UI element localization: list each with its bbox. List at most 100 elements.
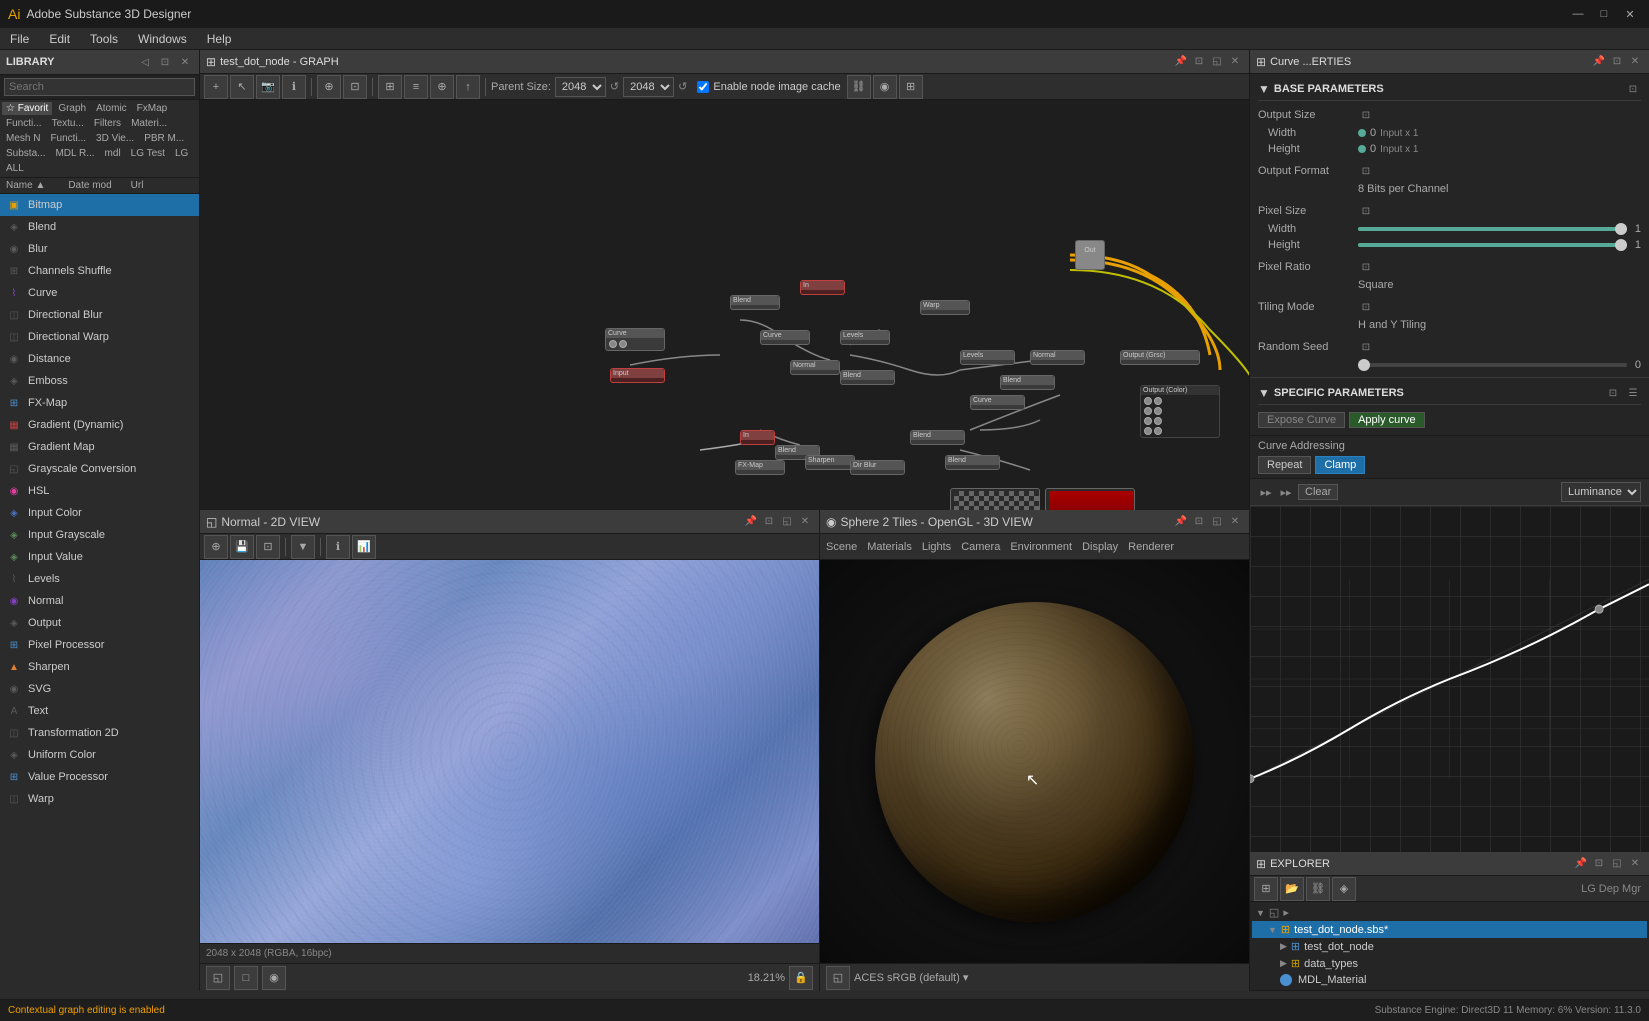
pheight-slider[interactable] <box>1358 243 1627 247</box>
view3d-canvas[interactable]: ↖ <box>820 560 1249 963</box>
library-item[interactable]: ◫ Warp <box>0 788 199 810</box>
explorer-item-root[interactable]: ▼ ◱ ▸ <box>1252 904 1647 921</box>
prop-close-icon[interactable]: ✕ <box>1627 54 1643 70</box>
tab-mdlr[interactable]: MDL R... <box>51 147 98 160</box>
library-item[interactable]: ⌇ Levels <box>0 568 199 590</box>
view3d-expand-icon[interactable]: ⊡ <box>1191 514 1207 530</box>
library-item[interactable]: ⊞ Channels Shuffle <box>0 260 199 282</box>
explorer-pin-icon[interactable]: 📌 <box>1573 856 1589 872</box>
tab-mdl[interactable]: mdl <box>101 147 125 160</box>
curve-prev-icon[interactable]: ▸▸ <box>1258 484 1274 500</box>
curve-next-icon[interactable]: ▸▸ <box>1278 484 1294 500</box>
graph-node[interactable]: In <box>740 430 775 445</box>
menu-tools[interactable]: Tools <box>80 28 128 49</box>
view3d-float-icon[interactable]: ◱ <box>1209 514 1225 530</box>
tiling-mode-icon[interactable]: ⊡ <box>1358 299 1374 315</box>
menu-edit[interactable]: Edit <box>39 28 80 49</box>
library-item[interactable]: ▣ Bitmap <box>0 194 199 216</box>
output-size-icon[interactable]: ↺ <box>678 80 687 93</box>
view2d-select-icon[interactable]: ▼ <box>291 535 315 559</box>
base-params-header[interactable]: ▼ BASE PARAMETERS ⊡ <box>1258 78 1641 101</box>
graph-node[interactable]: Warp <box>920 300 970 315</box>
base-params-icon[interactable]: ⊡ <box>1625 81 1641 97</box>
view2d-3d-icon[interactable]: ◉ <box>262 966 286 990</box>
view2d-save-icon[interactable]: 💾 <box>230 535 254 559</box>
col-url[interactable]: Url <box>131 180 193 191</box>
graph-node[interactable]: Blend <box>945 455 1000 470</box>
graph-node[interactable]: Output (Grsc) <box>1120 350 1200 365</box>
graph-expand-icon[interactable]: ⊡ <box>1191 54 1207 70</box>
enable-cache-checkbox[interactable] <box>697 81 709 93</box>
tab-all[interactable]: ALL <box>2 162 28 175</box>
graph-node[interactable]: Dir Blur <box>850 460 905 475</box>
library-item[interactable]: ◈ Output <box>0 612 199 634</box>
clamp-button[interactable]: Clamp <box>1315 456 1365 474</box>
toolbar-info-icon[interactable]: ℹ <box>282 75 306 99</box>
graph-node[interactable]: Curve <box>970 395 1025 410</box>
explorer-item-data-types[interactable]: ▶ ⊞ data_types <box>1252 955 1647 972</box>
exp-link-icon[interactable]: ⛓ <box>1306 877 1330 901</box>
library-item[interactable]: ◈ Uniform Color <box>0 744 199 766</box>
menu-help[interactable]: Help <box>197 28 242 49</box>
view2d-pin-icon[interactable]: 📌 <box>743 514 759 530</box>
graph-float-icon[interactable]: ◱ <box>1209 54 1225 70</box>
tab-graph[interactable]: Graph <box>54 102 90 115</box>
specific-params-header[interactable]: ▼ SPECIFIC PARAMETERS ⊡ ☰ <box>1258 382 1641 405</box>
toolbar-nav-icon[interactable]: ⊕ <box>430 75 454 99</box>
view2d-expand-icon[interactable]: ⊡ <box>761 514 777 530</box>
graph-canvas[interactable]: Curve Input Blend Curve <box>200 100 1249 510</box>
library-item[interactable]: ▲ Sharpen <box>0 656 199 678</box>
nav-environment[interactable]: Environment <box>1010 541 1072 553</box>
minimize-button[interactable]: — <box>1567 4 1589 24</box>
pwidth-slider[interactable] <box>1358 227 1627 231</box>
explorer-item-mdl[interactable]: MDL_Material <box>1252 972 1647 988</box>
graph-close-icon[interactable]: ✕ <box>1227 54 1243 70</box>
graph-extra-icon[interactable]: ⊞ <box>899 75 923 99</box>
specific-icon2[interactable]: ☰ <box>1625 385 1641 401</box>
view2d-close-icon[interactable]: ✕ <box>797 514 813 530</box>
tab-textu[interactable]: Textu... <box>48 117 88 130</box>
library-item[interactable]: ▦ Gradient Map <box>0 436 199 458</box>
view3d-channel-icon[interactable]: ◱ <box>826 966 850 990</box>
view2d-canvas[interactable] <box>200 560 819 943</box>
col-date[interactable]: Date mod <box>68 180 130 191</box>
tab-mesh[interactable]: Mesh N <box>2 132 44 145</box>
toolbar-zoom-sel-icon[interactable]: ⊡ <box>343 75 367 99</box>
toolbar-add-icon[interactable]: + <box>204 75 228 99</box>
menu-windows[interactable]: Windows <box>128 28 197 49</box>
graph-node[interactable]: Output (Color) <box>1140 385 1220 438</box>
channel-select[interactable]: Luminance Red Green Blue <box>1561 482 1641 502</box>
toolbar-camera-icon[interactable]: 📷 <box>256 75 280 99</box>
exp-new-icon[interactable]: ⊞ <box>1254 877 1278 901</box>
graph-node[interactable]: Normal <box>1030 350 1085 365</box>
nav-display[interactable]: Display <box>1082 541 1118 553</box>
graph-node-output[interactable]: Out <box>1075 240 1105 270</box>
tab-fxmap[interactable]: FxMap <box>133 102 172 115</box>
library-item[interactable]: ◫ Transformation 2D <box>0 722 199 744</box>
library-item[interactable]: ▦ Gradient (Dynamic) <box>0 414 199 436</box>
tab-functi[interactable]: Functi... <box>2 117 46 130</box>
expose-curve-button[interactable]: Expose Curve <box>1258 412 1345 428</box>
parent-size-select[interactable]: 20481024512 <box>555 77 606 97</box>
exp-ref-icon[interactable]: ◈ <box>1332 877 1356 901</box>
library-expand-icon[interactable]: ◁ <box>137 54 153 70</box>
tab-functi2[interactable]: Functi... <box>46 132 90 145</box>
tab-atomic[interactable]: Atomic <box>92 102 131 115</box>
explorer-float-icon[interactable]: ◱ <box>1609 856 1625 872</box>
graph-node[interactable]: Sharpen <box>805 455 855 470</box>
menu-file[interactable]: File <box>0 28 39 49</box>
nav-scene[interactable]: Scene <box>826 541 857 553</box>
graph-node[interactable]: Input <box>610 368 665 383</box>
library-item[interactable]: ◈ Input Color <box>0 502 199 524</box>
tab-lg[interactable]: LG <box>171 147 192 160</box>
output-format-icon[interactable]: ⊡ <box>1358 163 1374 179</box>
graph-node[interactable]: FX-Map <box>735 460 785 475</box>
view2d-info-icon[interactable]: ℹ <box>326 535 350 559</box>
library-close-icon[interactable]: ✕ <box>177 54 193 70</box>
graph-node[interactable]: Blend <box>910 430 965 445</box>
output-size-icon2[interactable]: ⊡ <box>1358 107 1374 123</box>
library-item[interactable]: ⊞ Value Processor <box>0 766 199 788</box>
view2d-2d-icon[interactable]: □ <box>234 966 258 990</box>
library-item[interactable]: ⌇ Curve <box>0 282 199 304</box>
maximize-button[interactable]: □ <box>1593 4 1615 24</box>
